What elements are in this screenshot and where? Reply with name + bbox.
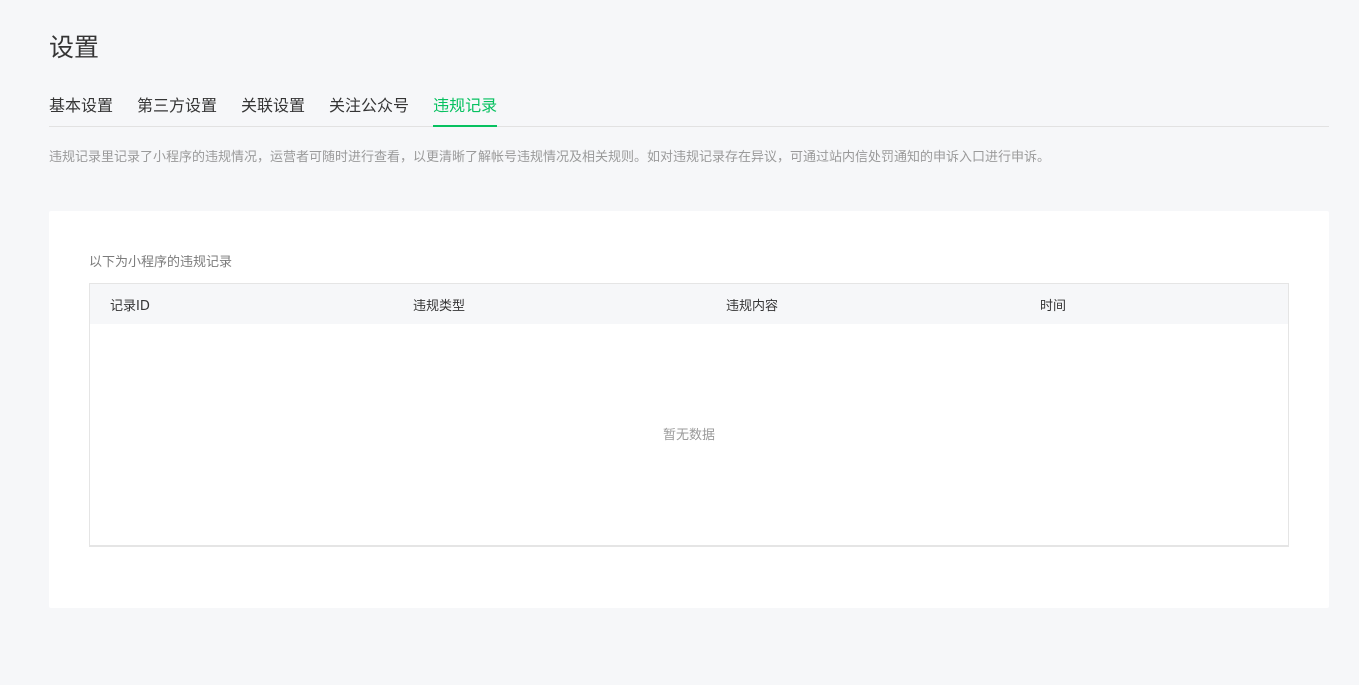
empty-state-text: 暂无数据 [662, 428, 715, 443]
violation-records-table: 记录ID 违规类型 违规内容 时间 暂无数据 [89, 283, 1289, 547]
column-header-violation-content: 违规内容 [726, 298, 779, 314]
page-description: 违规记录里记录了小程序的违规情况，运营者可随时进行查看，以更清晰了解帐号违规情况… [49, 150, 1051, 165]
column-header-time: 时间 [1040, 298, 1067, 314]
settings-page: 设置 基本设置 第三方设置 关联设置 关注公众号 违规记录 违规记录里记录了小程… [0, 0, 1359, 685]
column-header-record-id: 记录ID [110, 298, 150, 314]
tab-third-party-settings[interactable]: 第三方设置 [137, 92, 217, 126]
table-header: 记录ID 违规类型 违规内容 时间 [90, 284, 1288, 324]
settings-tabs: 基本设置 第三方设置 关联设置 关注公众号 违规记录 [49, 92, 1329, 127]
tab-basic-settings[interactable]: 基本设置 [49, 92, 113, 126]
tab-violation-records[interactable]: 违规记录 [433, 92, 498, 127]
page-title: 设置 [49, 33, 100, 62]
column-header-violation-type: 违规类型 [413, 298, 466, 314]
tab-linked-settings[interactable]: 关联设置 [241, 92, 305, 126]
violation-records-card: 以下为小程序的违规记录 记录ID 违规类型 违规内容 时间 暂无数据 [49, 211, 1329, 608]
table-body: 暂无数据 [90, 324, 1288, 546]
tab-follow-official-account[interactable]: 关注公众号 [329, 92, 409, 126]
records-caption: 以下为小程序的违规记录 [89, 255, 233, 270]
